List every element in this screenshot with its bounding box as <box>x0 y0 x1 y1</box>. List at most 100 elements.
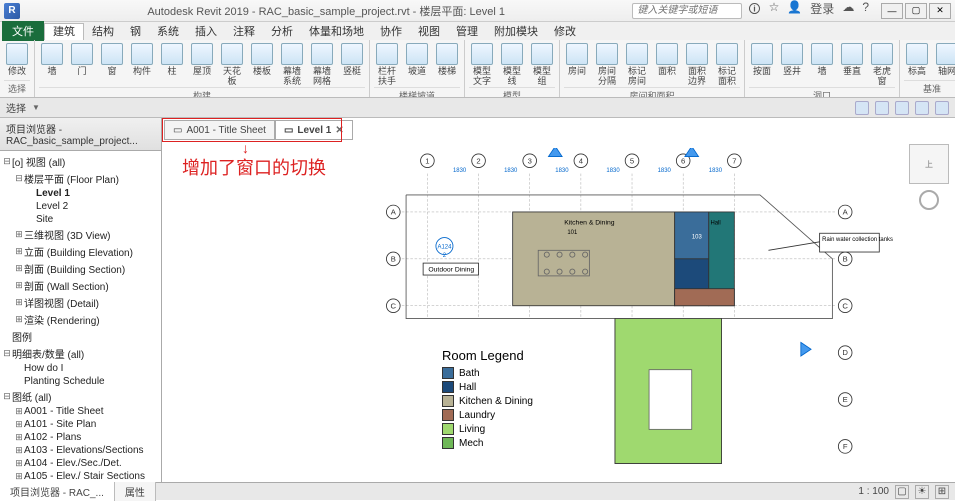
ribbon-button[interactable]: 修改 <box>4 42 30 77</box>
cloud-icon[interactable]: ☁ <box>842 0 854 21</box>
ribbon-button[interactable]: 标高 <box>904 42 930 77</box>
ribbon-button[interactable]: 门 <box>69 42 95 77</box>
ribbon-button[interactable]: 墙 <box>39 42 65 77</box>
menu-tab[interactable]: 结构 <box>84 24 122 40</box>
ribbon-button[interactable]: 按面 <box>749 42 775 77</box>
ribbon-button[interactable]: 垂直 <box>839 42 865 77</box>
tree-node[interactable]: 图例 <box>2 328 159 345</box>
menu-tab[interactable]: 插入 <box>187 24 225 40</box>
ribbon-button[interactable]: 面积 <box>654 42 680 77</box>
menu-tab[interactable]: 管理 <box>448 24 486 40</box>
qat-tool[interactable] <box>895 101 909 115</box>
ribbon-button[interactable]: 坡道 <box>404 42 430 77</box>
ribbon-button[interactable]: 楼梯 <box>434 42 460 77</box>
menu-tab[interactable]: 分析 <box>263 24 301 40</box>
ribbon-button[interactable]: 构件 <box>129 42 155 77</box>
ribbon-button[interactable]: 模型文字 <box>469 42 495 87</box>
tree-node[interactable]: Level 1 <box>2 187 159 200</box>
menu-tab[interactable]: 体量和场地 <box>301 24 372 40</box>
ribbon-button[interactable]: 天花板 <box>219 42 245 87</box>
login-label[interactable]: 登录 <box>810 0 834 21</box>
minimize-button[interactable]: — <box>881 3 903 19</box>
ribbon-button[interactable]: 楼板 <box>249 42 275 77</box>
view-control-icon[interactable]: ⊞ <box>935 485 949 499</box>
tree-node[interactable]: ⊞A101 - Site Plan <box>2 418 159 431</box>
ribbon-button[interactable]: 竖井 <box>779 42 805 77</box>
ribbon-button[interactable]: 轴网 <box>934 42 955 77</box>
tree-node[interactable]: ⊞A105 - Elev./ Stair Sections <box>2 470 159 482</box>
menu-tab[interactable]: 钢 <box>122 24 149 40</box>
dropdown-icon[interactable]: ▼ <box>32 103 40 112</box>
tool-icon <box>406 43 428 65</box>
floor-plan-view[interactable]: 1234567 ABC ABCDEF <box>312 148 935 472</box>
ribbon-button[interactable]: 房间 <box>564 42 590 77</box>
app-icon[interactable]: R <box>4 3 20 19</box>
close-button[interactable]: ✕ <box>929 3 951 19</box>
tree-node[interactable]: ⊞三维视图 (3D View) <box>2 226 159 243</box>
tree-node[interactable]: ⊞详图视图 (Detail) <box>2 294 159 311</box>
tree-node[interactable]: ⊞A103 - Elevations/Sections <box>2 444 159 457</box>
ribbon-button[interactable]: 幕墙网格 <box>309 42 335 87</box>
tree-node[interactable]: How do I <box>2 362 159 375</box>
qat-tool[interactable] <box>875 101 889 115</box>
star-icon[interactable]: ☆ <box>769 0 780 21</box>
tree-node[interactable]: ⊞A102 - Plans <box>2 431 159 444</box>
ribbon-button[interactable]: 标记房间 <box>624 42 650 87</box>
qat-tool[interactable] <box>935 101 949 115</box>
tool-icon <box>41 43 63 65</box>
tree-node[interactable]: Planting Schedule <box>2 375 159 388</box>
ribbon-button[interactable]: 幕墙系统 <box>279 42 305 87</box>
tree-node[interactable]: Site <box>2 213 159 226</box>
maximize-button[interactable]: ▢ <box>905 3 927 19</box>
tree-node[interactable]: ⊞剖面 (Wall Section) <box>2 277 159 294</box>
drawing-canvas[interactable]: ▭A001 - Title Sheet▭Level 1✕ ↓ 增加了窗口的切换 … <box>162 118 955 482</box>
ribbon-button[interactable]: 房间分隔 <box>594 42 620 87</box>
tree-node[interactable]: ⊟楼层平面 (Floor Plan) <box>2 170 159 187</box>
view-tab[interactable]: ▭A001 - Title Sheet <box>164 120 275 140</box>
menu-tab[interactable]: 注释 <box>225 24 263 40</box>
tree-node[interactable]: ⊟明细表/数量 (all) <box>2 345 159 362</box>
ribbon-button[interactable]: 竖梃 <box>339 42 365 77</box>
status-tab-properties[interactable]: 属性 <box>115 482 156 501</box>
info-icon[interactable]: 🛈 <box>748 0 760 21</box>
view-control-icon[interactable]: ▢ <box>895 485 909 499</box>
ribbon-button[interactable]: 窗 <box>99 42 125 77</box>
tree-node[interactable]: ⊟图纸 (all) <box>2 388 159 405</box>
menu-tab[interactable]: 视图 <box>410 24 448 40</box>
ribbon-button[interactable]: 柱 <box>159 42 185 77</box>
help-icon[interactable]: ? <box>862 0 869 21</box>
menu-tab[interactable]: 修改 <box>546 24 584 40</box>
tree-node[interactable]: ⊞A001 - Title Sheet <box>2 405 159 418</box>
tree-node[interactable]: ⊞立面 (Building Elevation) <box>2 243 159 260</box>
svg-text:3: 3 <box>528 156 532 165</box>
file-menu[interactable]: 文件 <box>2 21 44 41</box>
tree-node[interactable]: ⊞剖面 (Building Section) <box>2 260 159 277</box>
menu-tab[interactable]: 协作 <box>372 24 410 40</box>
user-icon[interactable]: 👤 <box>787 0 802 21</box>
tree-node[interactable]: Level 2 <box>2 200 159 213</box>
status-tab-browser[interactable]: 项目浏览器 - RAC_... <box>0 482 115 501</box>
ribbon-button[interactable]: 老虎窗 <box>869 42 895 87</box>
menu-tab[interactable]: 建筑 <box>44 23 84 40</box>
ribbon-button[interactable]: 墙 <box>809 42 835 77</box>
scale-label[interactable]: 1 : 100 <box>858 486 889 497</box>
qat-tool[interactable] <box>915 101 929 115</box>
tree-node[interactable]: ⊞渲染 (Rendering) <box>2 311 159 328</box>
ribbon-button[interactable]: 面积边界 <box>684 42 710 87</box>
tool-icon <box>131 43 153 65</box>
ribbon-button[interactable]: 栏杆扶手 <box>374 42 400 87</box>
ribbon-button[interactable]: 标记面积 <box>714 42 740 87</box>
tree-node[interactable]: ⊟[o] 视图 (all) <box>2 153 159 170</box>
view-tab[interactable]: ▭Level 1✕ <box>275 120 353 140</box>
menu-tab[interactable]: 系统 <box>149 24 187 40</box>
qat-tool[interactable] <box>855 101 869 115</box>
menu-tab[interactable]: 附加模块 <box>486 24 546 40</box>
ribbon-button[interactable]: 模型组 <box>529 42 555 87</box>
ribbon-button[interactable]: 屋顶 <box>189 42 215 77</box>
close-tab-icon[interactable]: ✕ <box>335 125 343 136</box>
view-control-icon[interactable]: ☀ <box>915 485 929 499</box>
ribbon-button[interactable]: 模型线 <box>499 42 525 87</box>
tree-node[interactable]: ⊞A104 - Elev./Sec./Det. <box>2 457 159 470</box>
svg-text:1830: 1830 <box>453 168 467 174</box>
search-input[interactable] <box>632 3 742 19</box>
